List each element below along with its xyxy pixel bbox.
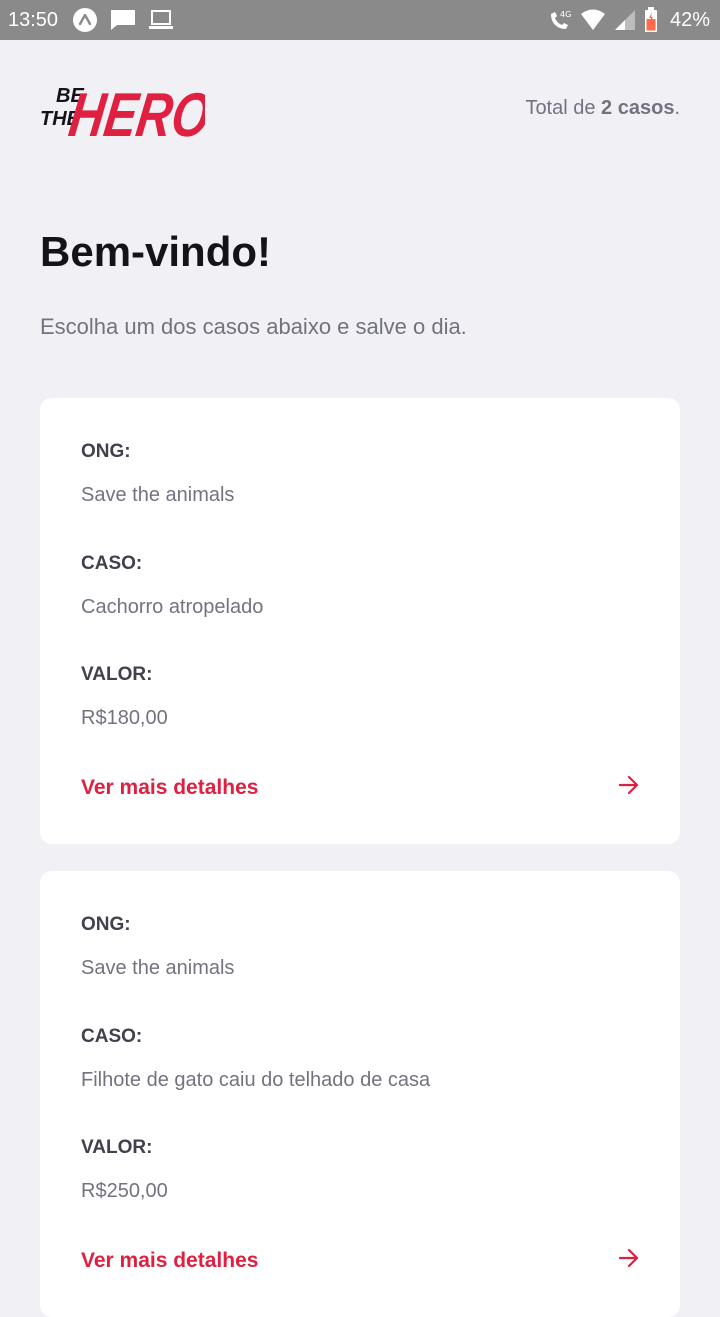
- caso-label: CASO:: [81, 553, 143, 574]
- laptop-icon: [148, 9, 174, 31]
- caso-value: Cachorro atropelado: [81, 596, 264, 618]
- expo-icon: [72, 7, 98, 33]
- status-time: 13:50: [8, 8, 59, 31]
- details-label: Ver mais detalhes: [81, 1248, 259, 1272]
- details-label: Ver mais detalhes: [81, 775, 259, 799]
- wifi-call-4g-icon: 4G: [548, 8, 572, 32]
- wifi-icon: [580, 9, 606, 31]
- valor-label: VALOR:: [81, 1137, 153, 1158]
- total-cases-text: Total de 2 casos.: [525, 96, 680, 119]
- status-bar: 13:50 4G 42%: [0, 0, 720, 40]
- ong-label: ONG:: [81, 441, 131, 462]
- be-the-hero-logo: BE THE HERO: [40, 72, 205, 144]
- details-button[interactable]: Ver mais detalhes: [81, 774, 640, 801]
- ong-label: ONG:: [81, 914, 131, 935]
- details-button[interactable]: Ver mais detalhes: [81, 1247, 640, 1274]
- battery-percent: 42%: [669, 8, 710, 31]
- page-title: Bem-vindo!: [40, 228, 271, 275]
- caso-value: Filhote de gato caiu do telhado de casa: [81, 1069, 431, 1091]
- total-cases-count: 2 casos: [601, 96, 675, 119]
- signal-icon: [614, 9, 636, 31]
- ong-value: Save the animals: [81, 957, 235, 979]
- valor-value: R$250,00: [81, 1180, 168, 1202]
- message-icon: [110, 9, 136, 31]
- page-subtitle: Escolha um dos casos abaixo e salve o di…: [40, 314, 467, 339]
- caso-label: CASO:: [81, 1026, 143, 1047]
- svg-text:HERO: HERO: [65, 81, 205, 144]
- incident-card: ONG: Save the animals CASO: Filhote de g…: [40, 871, 680, 1317]
- incident-card: ONG: Save the animals CASO: Cachorro atr…: [40, 398, 680, 844]
- arrow-right-icon: [618, 1247, 640, 1274]
- valor-value: R$180,00: [81, 707, 168, 729]
- battery-icon: [644, 7, 658, 33]
- ong-value: Save the animals: [81, 484, 235, 506]
- arrow-right-icon: [618, 774, 640, 801]
- valor-label: VALOR:: [81, 664, 153, 685]
- header: BE THE HERO Total de 2 casos.: [40, 70, 680, 146]
- svg-text:4G: 4G: [560, 10, 571, 19]
